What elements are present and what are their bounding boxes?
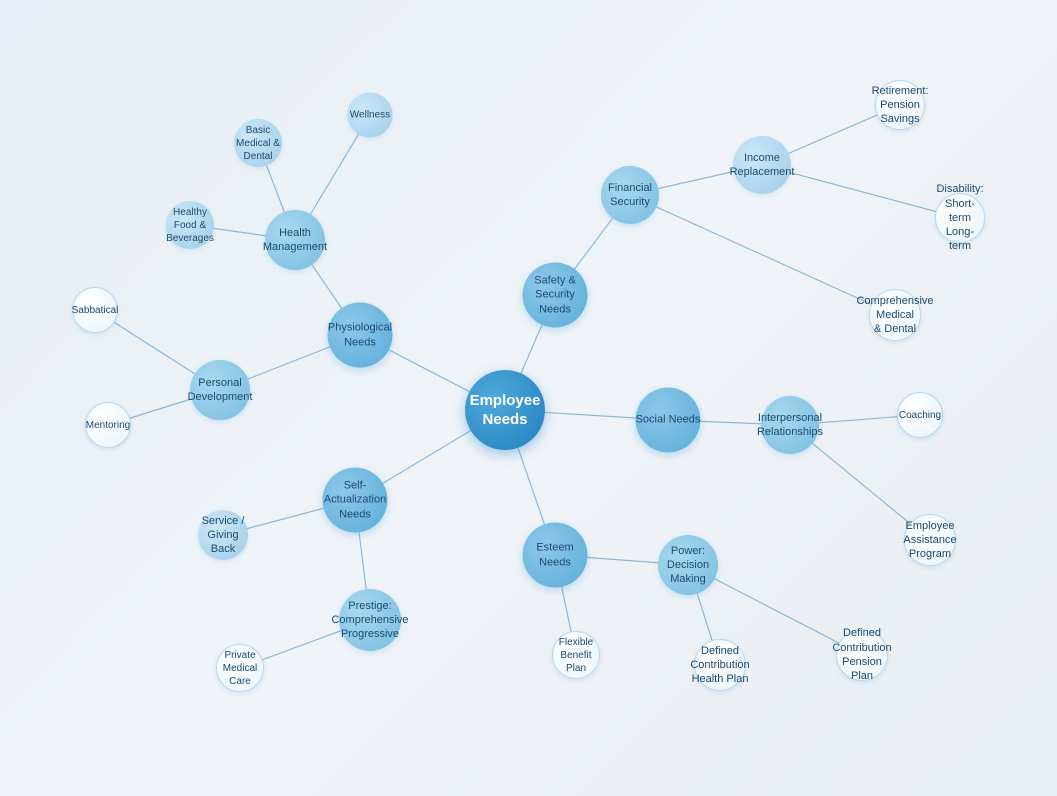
node-label-retirement: Retirement: Pension Savings [872,84,929,127]
node-mentoring: Mentoring [85,402,131,448]
node-label-servicegiving: Service / Giving Back [198,514,248,557]
node-servicegiving: Service / Giving Back [198,510,248,560]
node-prestige: Prestige: Comprehensive Progressive [339,589,401,651]
node-label-financial: Financial Security [608,181,652,210]
node-label-income: Income Replacement [730,151,795,180]
node-label-prestige: Prestige: Comprehensive Progressive [331,599,408,642]
node-retirement: Retirement: Pension Savings [875,80,925,130]
node-label-center: Employee Needs [470,391,541,430]
node-label-personal: Personal Development [188,376,253,405]
node-label-disability: Disability: Short-term Long-term [936,182,984,253]
node-label-wellness: Wellness [350,109,390,122]
node-physiological: Physiological Needs [328,303,393,368]
mind-map-container: Employee Needs Physiological Needs Safety … [0,0,1057,796]
node-wellness: Wellness [348,93,393,138]
node-social: Social Needs [636,388,701,453]
node-label-physiological: Physiological Needs [328,321,392,350]
node-label-basicmed: Basic Medical & Dental [236,124,280,163]
node-label-mentoring: Mentoring [86,419,130,432]
node-label-sabbatical: Sabbatical [72,304,119,317]
node-safety: Safety & Security Needs [523,263,588,328]
node-label-coaching: Coaching [899,409,941,422]
node-label-esteem: Esteem Needs [536,541,573,570]
node-label-privatemedical: Private Medical Care [223,649,257,688]
node-definedhealth: Defined Contribution Health Plan [694,639,746,691]
node-health: Health Management [265,210,325,270]
node-definedcontrib: Defined Contribution Pension Plan [836,629,888,681]
node-label-definedcontrib: Defined Contribution Pension Plan [832,626,891,683]
node-financial: Financial Security [601,166,659,224]
node-basicmed: Basic Medical & Dental [234,119,282,167]
node-comprehensivemd: Comprehensive Medical & Dental [869,289,921,341]
node-disability: Disability: Short-term Long-term [935,193,985,243]
node-label-power: Power: Decision Making [667,544,709,587]
node-eap: Employee Assistance Program [904,514,956,566]
node-label-interpersonal: Interpersonal Relationships [757,411,823,440]
node-coaching: Coaching [897,392,943,438]
node-label-healthyfood: Healthy Food & Beverages [166,206,214,245]
node-personal: Personal Development [190,360,250,420]
node-power: Power: Decision Making [658,535,718,595]
node-label-selfact: Self- Actualization Needs [324,479,386,522]
node-selfact: Self- Actualization Needs [323,468,388,533]
node-interpersonal: Interpersonal Relationships [761,396,819,454]
node-healthyfood: Healthy Food & Beverages [166,201,214,249]
node-label-eap: Employee Assistance Program [903,519,956,562]
node-label-health: Health Management [263,226,327,255]
node-label-flexiblebenefit: Flexible Benefit Plan [559,636,593,675]
node-sabbatical: Sabbatical [72,287,118,333]
line-financial-comprehensivemd [630,195,895,315]
node-privatemedical: Private Medical Care [216,644,264,692]
node-label-social: Social Needs [636,413,701,427]
node-income: Income Replacement [733,136,791,194]
node-label-comprehensivemd: Comprehensive Medical & Dental [856,294,933,337]
node-label-safety: Safety & Security Needs [534,274,576,317]
node-esteem: Esteem Needs [523,523,588,588]
node-flexiblebenefit: Flexible Benefit Plan [552,631,600,679]
node-label-definedhealth: Defined Contribution Health Plan [690,644,749,687]
node-center: Employee Needs [465,370,545,450]
